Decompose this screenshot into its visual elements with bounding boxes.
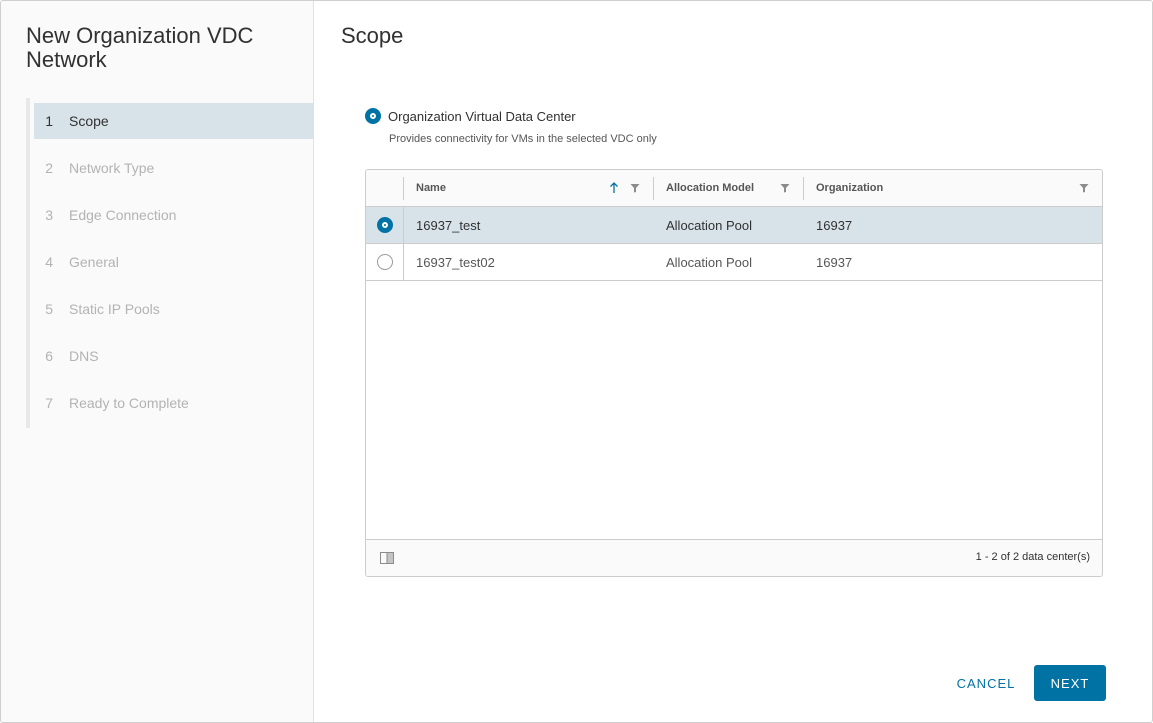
- scope-option-label: Organization Virtual Data Center: [388, 108, 576, 124]
- step-general[interactable]: 4 General: [34, 244, 314, 280]
- step-edge-connection[interactable]: 3 Edge Connection: [34, 197, 314, 233]
- datagrid-header: Name Allocation Model Organization: [366, 170, 1102, 207]
- wizard-steps: 1 Scope 2 Network Type 3 Edge Connection…: [26, 98, 314, 428]
- filter-icon[interactable]: [780, 183, 790, 193]
- wizard-content: Scope Organization Virtual Data Center P…: [315, 1, 1152, 722]
- column-header-name[interactable]: Name: [416, 170, 446, 206]
- step-static-ip-pools[interactable]: 5 Static IP Pools: [34, 291, 314, 327]
- column-separator[interactable]: [653, 177, 654, 200]
- cell-allocation-model: Allocation Pool: [666, 254, 752, 270]
- scope-option-org-vdc[interactable]: Organization Virtual Data Center: [365, 108, 576, 124]
- step-label: General: [69, 254, 119, 270]
- column-separator[interactable]: [803, 177, 804, 200]
- step-dns[interactable]: 6 DNS: [34, 338, 314, 374]
- column-separator: [403, 177, 404, 200]
- step-number: 2: [45, 160, 53, 176]
- sort-ascending-icon[interactable]: [609, 182, 619, 194]
- step-number: 5: [45, 301, 53, 317]
- wizard-dialog: New Organization VDC Network 1 Scope 2 N…: [0, 0, 1153, 723]
- scope-option-description: Provides connectivity for VMs in the sel…: [389, 133, 657, 145]
- step-label: Ready to Complete: [69, 395, 189, 411]
- wizard-title: New Organization VDC Network: [26, 23, 254, 72]
- row-separator: [403, 244, 404, 280]
- step-label: Edge Connection: [69, 207, 177, 223]
- page-title: Scope: [341, 23, 404, 48]
- column-header-allocation-model[interactable]: Allocation Model: [666, 170, 754, 206]
- step-ready-to-complete[interactable]: 7 Ready to Complete: [34, 385, 314, 421]
- step-label: DNS: [69, 348, 99, 364]
- row-select-radio[interactable]: [377, 254, 393, 270]
- step-network-type[interactable]: 2 Network Type: [34, 150, 314, 186]
- step-label: Scope: [69, 113, 109, 129]
- filter-icon[interactable]: [1079, 183, 1089, 193]
- cell-organization: 16937: [816, 254, 853, 270]
- step-number: 1: [45, 113, 53, 129]
- cell-name: 16937_test02: [416, 254, 495, 270]
- pagination-count: 1 - 2 of 2 data center(s): [975, 551, 1090, 563]
- cancel-button[interactable]: CANCEL: [944, 665, 1028, 701]
- cell-name: 16937_test: [416, 217, 481, 233]
- datagrid-footer: 1 - 2 of 2 data center(s): [366, 539, 1102, 576]
- cell-allocation-model: Allocation Pool: [666, 217, 752, 233]
- cell-organization: 16937: [816, 217, 853, 233]
- step-number: 3: [45, 207, 53, 223]
- next-button[interactable]: NEXT: [1034, 665, 1106, 701]
- row-select-radio[interactable]: [377, 217, 393, 233]
- step-scope[interactable]: 1 Scope: [34, 103, 314, 139]
- step-number: 7: [45, 395, 53, 411]
- step-label: Network Type: [69, 160, 155, 176]
- vdc-datagrid: Name Allocation Model Organization 16937…: [365, 169, 1103, 577]
- filter-icon[interactable]: [630, 183, 640, 193]
- step-number: 4: [45, 254, 53, 270]
- step-label: Static IP Pools: [69, 301, 160, 317]
- table-row[interactable]: 16937_test Allocation Pool 16937: [366, 207, 1102, 244]
- column-toggle-icon[interactable]: [380, 552, 394, 564]
- table-row[interactable]: 16937_test02 Allocation Pool 16937: [366, 244, 1102, 281]
- wizard-sidebar: New Organization VDC Network 1 Scope 2 N…: [1, 1, 314, 722]
- scope-radio-button[interactable]: [365, 108, 381, 124]
- step-number: 6: [45, 348, 53, 364]
- column-header-organization[interactable]: Organization: [816, 170, 883, 206]
- row-separator: [403, 207, 404, 243]
